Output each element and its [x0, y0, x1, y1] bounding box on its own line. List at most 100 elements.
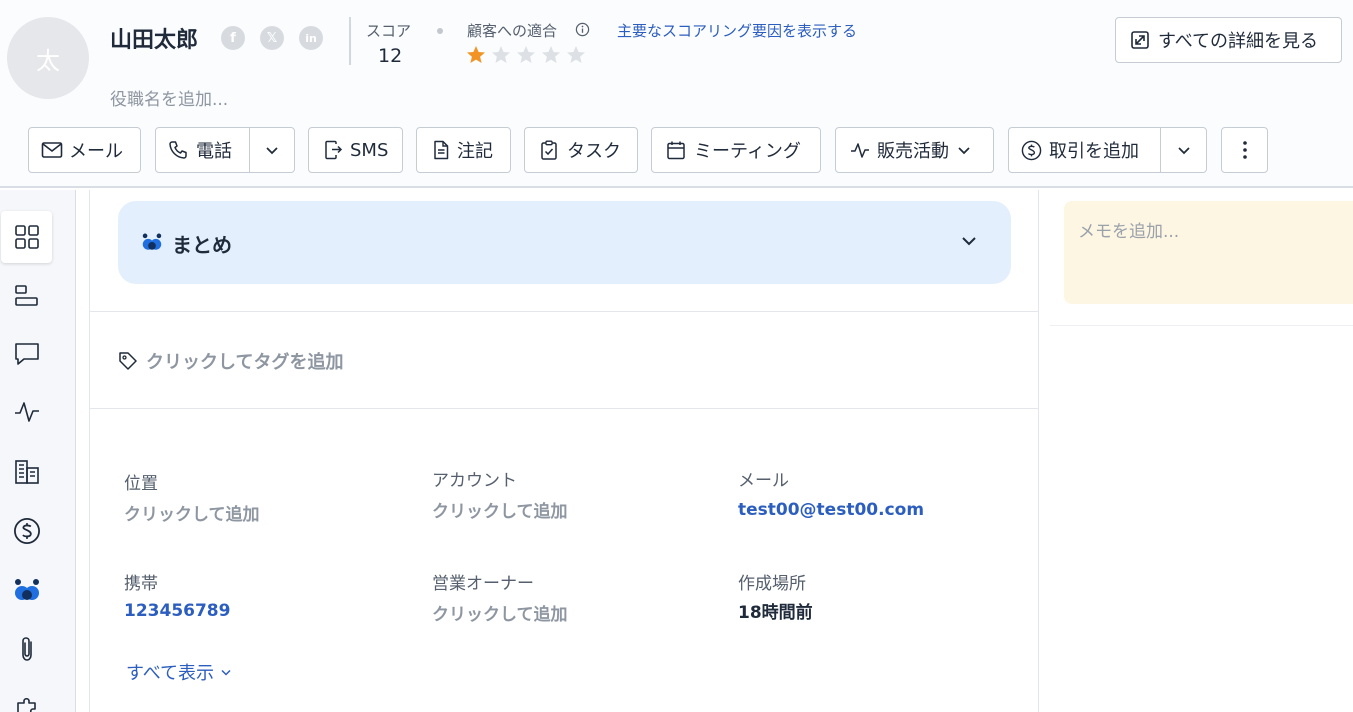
nav-conversations[interactable] [0, 328, 53, 380]
nav-deals[interactable] [0, 505, 53, 557]
account-value[interactable]: クリックして追加 [432, 497, 568, 522]
call-options-button[interactable] [250, 128, 294, 172]
chevron-down-icon[interactable] [961, 235, 977, 247]
sms-button[interactable]: SMS [308, 127, 403, 173]
add-deal-options-button[interactable] [1161, 128, 1206, 172]
fit-label: 顧客への適合 [467, 22, 558, 40]
activity-icon [14, 402, 39, 422]
location-label: 位置 [124, 474, 158, 494]
summary-title: まとめ [172, 233, 232, 257]
linkedin-icon[interactable]: in [299, 26, 323, 50]
show-all-button[interactable]: すべて表示 [126, 659, 232, 685]
sales-activity-button-label: 販売活動 [877, 141, 949, 162]
note-button[interactable]: 注記 [416, 127, 511, 173]
header-divider [349, 17, 351, 65]
expand-icon [1131, 31, 1149, 49]
star-empty-icon [517, 46, 535, 63]
activity-icon [850, 140, 870, 160]
owner-value[interactable]: クリックして追加 [432, 600, 568, 625]
chevron-down-icon [1177, 147, 1190, 155]
star-empty-icon [492, 46, 510, 63]
chevron-down-icon [266, 147, 278, 155]
meeting-button-label: ミーティング [694, 141, 801, 162]
created-label: 作成場所 [738, 574, 806, 594]
sms-button-label: SMS [350, 139, 389, 161]
job-title-field[interactable]: 役職名を追加... [110, 85, 228, 110]
add-deal-button[interactable]: 取引を追加 [1009, 128, 1160, 172]
nav-timeline[interactable] [0, 270, 53, 322]
call-button[interactable]: 電話 [156, 128, 249, 172]
created-value: 18時間前 [738, 603, 813, 623]
note-button-label: 注記 [457, 141, 493, 162]
score-value: 12 [378, 45, 403, 67]
chevron-down-icon [221, 669, 231, 676]
mobile-label: 携帯 [124, 574, 158, 594]
contact-header: 太 山田太郎 f 𝕏 in スコア 12 顧客への適合 主要なスコアリング要因を… [0, 0, 1353, 188]
task-button[interactable]: タスク [524, 127, 638, 173]
view-all-details-label: すべての詳細を見る [1158, 31, 1319, 52]
tag-icon [119, 352, 137, 370]
deal-icon [13, 518, 40, 544]
owner-label: 営業オーナー [432, 574, 534, 594]
nav-activity[interactable] [0, 386, 53, 438]
x-icon[interactable]: 𝕏 [260, 26, 284, 50]
nav-ai[interactable] [0, 564, 53, 616]
avatar-initial: 太 [36, 46, 60, 75]
account-label: アカウント [432, 471, 517, 491]
overview-icon [14, 225, 39, 249]
nav-overview[interactable] [1, 211, 52, 263]
phone-icon [168, 140, 188, 160]
info-icon[interactable] [575, 22, 590, 37]
task-button-label: タスク [567, 141, 621, 162]
avatar[interactable]: 太 [7, 17, 89, 99]
add-tag-label: クリックしてタグを追加 [146, 352, 344, 373]
star-empty-icon [567, 46, 585, 63]
left-nav [0, 190, 76, 712]
ai-icon [142, 233, 162, 250]
nav-integrations[interactable] [0, 682, 53, 712]
meeting-button[interactable]: ミーティング [651, 127, 821, 173]
sales-activity-button[interactable]: 販売活動 [835, 127, 994, 173]
mobile-value[interactable]: 123456789 [124, 601, 230, 621]
add-tag-button[interactable]: クリックしてタグを追加 [118, 348, 343, 374]
email-value[interactable]: test00@test00.com [738, 500, 924, 520]
view-all-details-button[interactable]: すべての詳細を見る [1115, 17, 1342, 63]
nav-company[interactable] [0, 446, 53, 498]
email-button-label: メール [69, 141, 123, 162]
calendar-icon [666, 140, 686, 160]
separator-dot [437, 28, 443, 34]
integration-icon [16, 697, 36, 712]
call-button-group: 電話 [155, 127, 295, 173]
scoring-factors-link[interactable]: 主要なスコアリング要因を表示する [617, 20, 857, 41]
more-actions-button[interactable] [1221, 127, 1268, 173]
company-icon [14, 460, 39, 484]
dollar-icon [1021, 140, 1042, 161]
add-deal-button-label: 取引を追加 [1049, 141, 1139, 162]
email-button[interactable]: メール [28, 127, 141, 173]
star-filled-icon [467, 46, 485, 63]
divider [90, 311, 1038, 312]
chevron-down-icon [958, 147, 970, 155]
add-deal-button-group: 取引を追加 [1008, 127, 1207, 173]
score-label: スコア [366, 22, 412, 40]
facebook-icon[interactable]: f [221, 26, 245, 50]
contact-name[interactable]: 山田太郎 [110, 22, 198, 54]
fit-rating [466, 45, 586, 65]
task-icon [540, 140, 558, 160]
note-icon [432, 140, 450, 160]
location-value[interactable]: クリックして追加 [124, 500, 260, 525]
nav-attachments[interactable] [0, 623, 53, 675]
divider [90, 408, 1038, 409]
summary-card[interactable]: まとめ [118, 201, 1011, 284]
email-label: メール [738, 471, 789, 491]
call-button-label: 電話 [196, 141, 232, 162]
divider [1050, 325, 1353, 326]
timeline-icon [14, 285, 38, 306]
star-empty-icon [542, 46, 560, 63]
more-vertical-icon [1242, 141, 1247, 159]
ai-icon [14, 579, 39, 600]
attachment-icon [21, 637, 32, 661]
memo-field[interactable]: メモを追加... [1064, 201, 1353, 304]
chat-icon [14, 343, 39, 365]
mail-icon [41, 141, 63, 159]
